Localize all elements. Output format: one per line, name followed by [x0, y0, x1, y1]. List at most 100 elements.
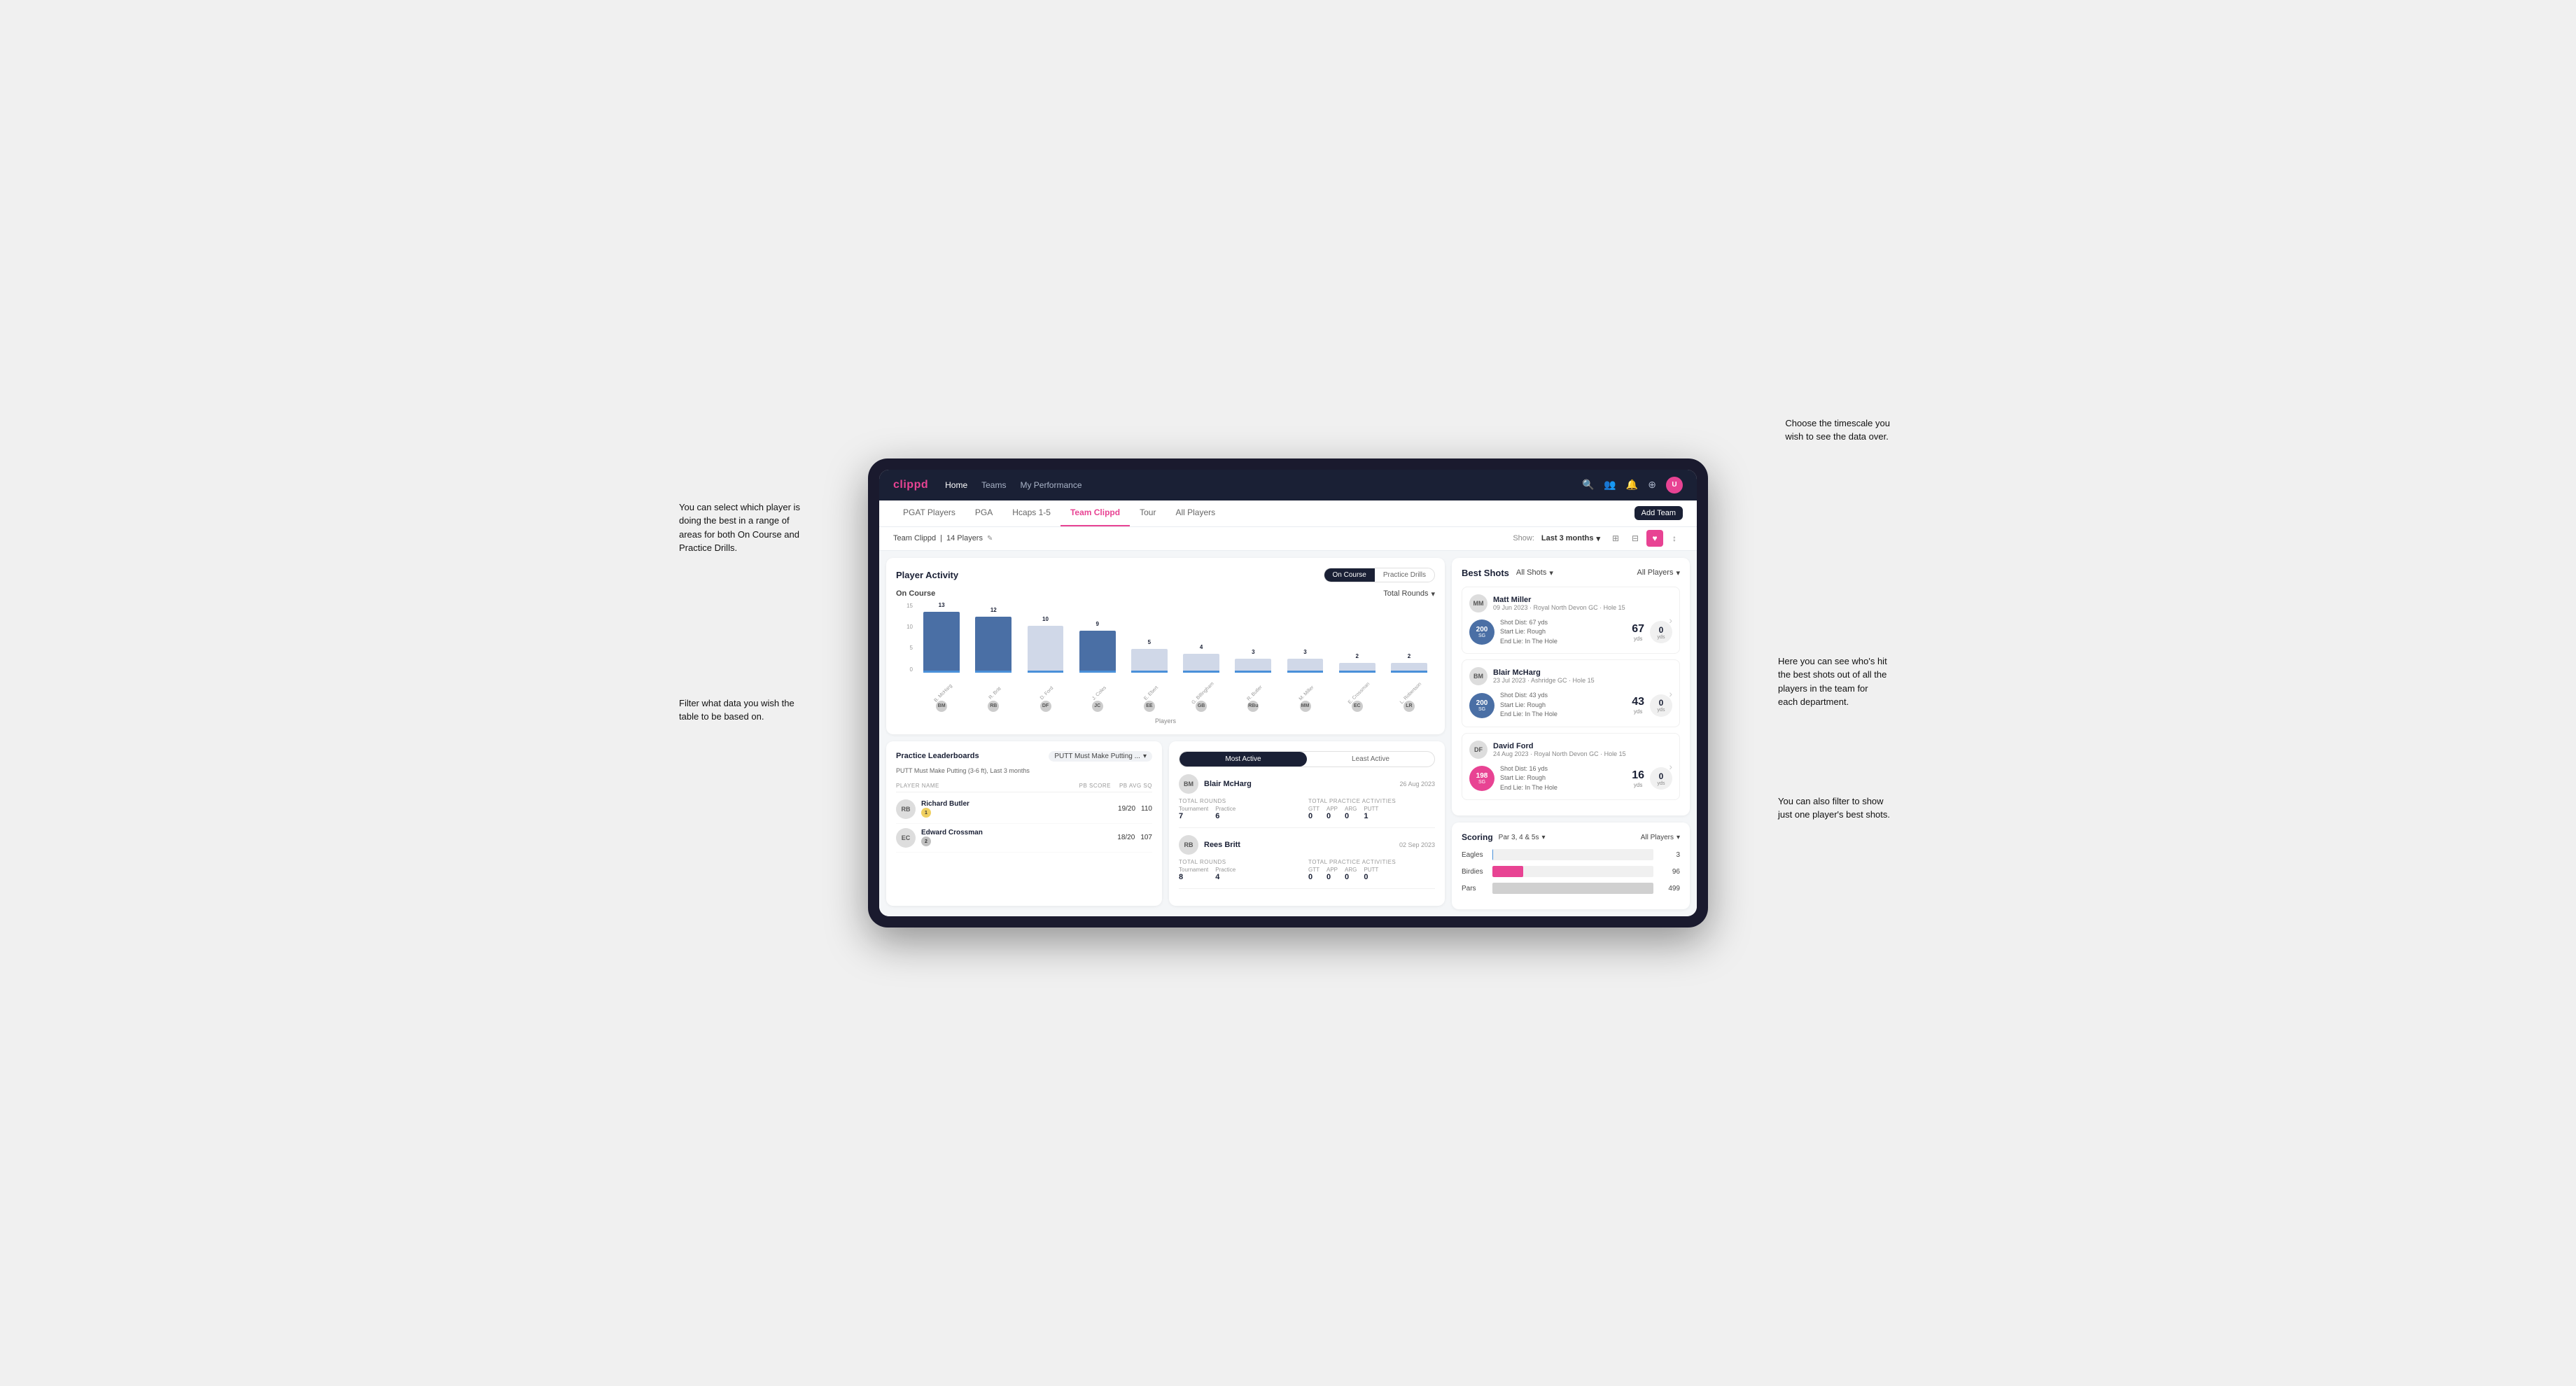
search-icon[interactable]: 🔍: [1582, 479, 1594, 491]
least-active-tab[interactable]: Least Active: [1307, 752, 1434, 766]
active-player-name: Rees Britt: [1204, 841, 1240, 849]
bar-group: 12: [967, 603, 1019, 673]
edit-icon[interactable]: ✎: [987, 535, 993, 542]
bar-group: 3: [1227, 603, 1279, 673]
stats-grid: Total Rounds Tournament 7 Practice 6 Tot…: [1179, 798, 1435, 820]
scoring-bar-track: [1492, 883, 1653, 894]
player-avatar: RB: [896, 799, 916, 819]
tournament-value: 8: [1179, 873, 1208, 881]
practice-label: Practice: [1215, 867, 1236, 873]
nav-logo: clippd: [893, 479, 928, 491]
chevron-down-icon: ▾: [1431, 589, 1435, 598]
scoring-players-filter[interactable]: All Players ▾: [1641, 834, 1680, 841]
bar[interactable]: 12: [975, 617, 1011, 673]
player-avatar: EC: [896, 828, 916, 848]
shot-player-avatar: BM: [1469, 667, 1488, 685]
pb-score: 18/20: [1117, 834, 1135, 841]
shot-info: Shot Dist: 43 ydsStart Lie: RoughEnd Lie…: [1500, 691, 1626, 720]
show-select[interactable]: Last 3 months ▾: [1541, 534, 1600, 543]
players-filter[interactable]: All Players ▾: [1637, 568, 1681, 578]
active-player-name: Blair McHarg: [1204, 780, 1252, 788]
gtt-value: 0: [1308, 812, 1320, 820]
chart-filter-select[interactable]: Total Rounds ▾: [1383, 589, 1435, 598]
shots-filter[interactable]: All Shots ▾: [1516, 568, 1553, 578]
bar[interactable]: 3: [1235, 659, 1271, 673]
shot-location: 23 Jul 2023 · Ashridge GC · Hole 15: [1493, 677, 1595, 684]
shot-location: 09 Jun 2023 · Royal North Devon GC · Hol…: [1493, 604, 1625, 611]
player-rank: 2: [921, 836, 983, 846]
grid-view-button[interactable]: ⊞: [1607, 530, 1624, 547]
tab-hcaps[interactable]: Hcaps 1-5: [1002, 500, 1060, 526]
app-value: 0: [1326, 812, 1338, 820]
tablet-screen: clippd Home Teams My Performance 🔍 👥 🔔 ⊕…: [879, 470, 1697, 917]
stat-row: Tournament 8 Practice 4: [1179, 867, 1306, 881]
scoring-panel: Scoring Par 3, 4 & 5s ▾ All Players ▾ Ea…: [1452, 822, 1690, 909]
bar[interactable]: 10: [1028, 626, 1064, 673]
chevron-down-icon: ▾: [1676, 568, 1680, 578]
sort-view-button[interactable]: ↕: [1666, 530, 1683, 547]
most-active-tab[interactable]: Most Active: [1180, 752, 1307, 766]
add-team-button[interactable]: Add Team: [1634, 506, 1683, 520]
plus-circle-icon[interactable]: ⊕: [1648, 479, 1656, 491]
bar[interactable]: 9: [1079, 631, 1116, 673]
bar[interactable]: 2: [1391, 663, 1427, 672]
shot-card[interactable]: MM Matt Miller 09 Jun 2023 · Royal North…: [1462, 587, 1680, 654]
tablet-frame: clippd Home Teams My Performance 🔍 👥 🔔 ⊕…: [868, 458, 1708, 928]
chevron-right-icon: ›: [1669, 688, 1672, 699]
list-view-button[interactable]: ⊟: [1627, 530, 1644, 547]
on-course-toggle[interactable]: On Course: [1324, 568, 1375, 582]
tab-tour[interactable]: Tour: [1130, 500, 1166, 526]
rank-badge: 2: [921, 836, 931, 846]
practice-activities-label: Total Practice Activities: [1308, 859, 1435, 865]
nav-link-my-performance[interactable]: My Performance: [1020, 480, 1082, 490]
scoring-par-filter[interactable]: Par 3, 4 & 5s ▾: [1499, 834, 1546, 841]
leaderboard-row: EC Edward Crossman 2 18/20 107: [896, 824, 1152, 853]
bar[interactable]: 5: [1131, 649, 1168, 672]
bar[interactable]: 4: [1183, 654, 1219, 673]
shot-card[interactable]: DF David Ford 24 Aug 2023 · Royal North …: [1462, 733, 1680, 801]
pb-avg: 110: [1141, 805, 1152, 813]
scoring-bar-label: Eagles: [1462, 851, 1487, 859]
stats-grid: Total Rounds Tournament 8 Practice 4 Tot…: [1179, 859, 1435, 881]
scoring-header: Scoring Par 3, 4 & 5s ▾ All Players ▾: [1462, 832, 1680, 842]
nav-links: Home Teams My Performance: [945, 480, 1565, 490]
shot-details: 200 SG Shot Dist: 67 ydsStart Lie: Rough…: [1469, 618, 1672, 647]
shot-card[interactable]: BM Blair McHarg 23 Jul 2023 · Ashridge G…: [1462, 659, 1680, 727]
annotation-left-top: You can select which player is doing the…: [679, 500, 800, 555]
nav-link-teams[interactable]: Teams: [981, 480, 1006, 490]
bar[interactable]: 3: [1287, 659, 1324, 673]
leaderboard-filter[interactable]: PUTT Must Make Putting ... ▾: [1049, 751, 1152, 762]
active-player-header: RB Rees Britt 02 Sep 2023: [1179, 835, 1435, 855]
leaderboard-columns: PLAYER NAME PB SCORE PB AVG SQ: [896, 780, 1152, 792]
shot-player-name: David Ford: [1493, 742, 1626, 750]
bar-group: 9: [1072, 603, 1124, 673]
shot-player-name: Blair McHarg: [1493, 668, 1595, 677]
tab-team-clippd[interactable]: Team Clippd: [1060, 500, 1130, 526]
nav-link-home[interactable]: Home: [945, 480, 967, 490]
putt-label: PUTT: [1364, 867, 1378, 873]
show-label: Show:: [1513, 534, 1534, 542]
leaderboard-title: Practice Leaderboards: [896, 752, 979, 760]
practice-drills-toggle[interactable]: Practice Drills: [1375, 568, 1434, 582]
tournament-label: Tournament: [1179, 867, 1208, 873]
tab-pga[interactable]: PGA: [965, 500, 1002, 526]
avatar[interactable]: U: [1666, 477, 1683, 493]
scoring-bar-track: [1492, 849, 1653, 860]
bar[interactable]: 2: [1339, 663, 1376, 672]
tab-all-players[interactable]: All Players: [1166, 500, 1225, 526]
annotation-top-right: Choose the timescale you wish to see the…: [1785, 416, 1890, 444]
bar-chart: 15 10 5 0 1312109543322B. McHargR. Britt…: [896, 603, 1435, 715]
col-pb-score: PB SCORE: [1079, 783, 1111, 789]
users-icon[interactable]: 👥: [1604, 479, 1616, 491]
stat-row-2: GTT 0 APP 0 ARG 0 PUTT 0: [1308, 867, 1435, 881]
shot-stat-1: 16 yds: [1632, 769, 1644, 788]
gtt-label: GTT: [1308, 806, 1320, 812]
scoring-bar-row: Eagles 3: [1462, 849, 1680, 860]
heart-view-button[interactable]: ♥: [1646, 530, 1663, 547]
view-icons: ⊞ ⊟ ♥ ↕: [1607, 530, 1683, 547]
tab-pgat-players[interactable]: PGAT Players: [893, 500, 965, 526]
bell-icon[interactable]: 🔔: [1626, 479, 1638, 491]
active-player-card: RB Rees Britt 02 Sep 2023 Total Rounds T…: [1179, 835, 1435, 889]
arg-value: 0: [1345, 812, 1357, 820]
bar[interactable]: 13: [923, 612, 960, 673]
